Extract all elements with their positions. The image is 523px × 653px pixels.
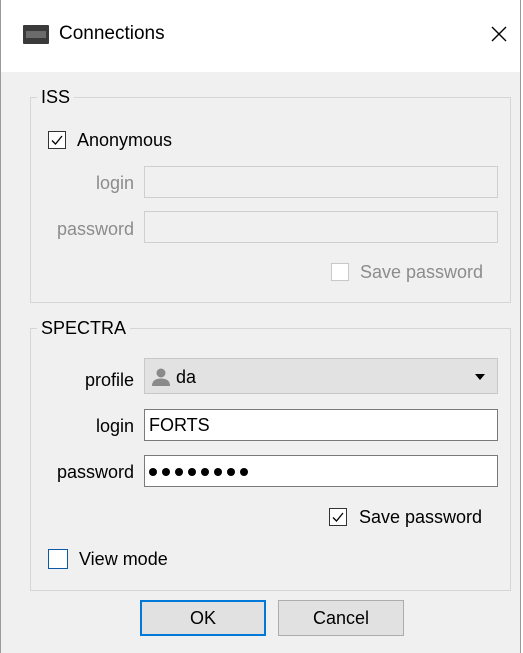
spectra-save-password-label: Save password (359, 507, 483, 527)
password-dot (201, 468, 209, 476)
ok-button[interactable]: OK (140, 600, 266, 636)
password-dot (149, 468, 157, 476)
password-dot (175, 468, 183, 476)
iss-password-input[interactable] (144, 211, 498, 243)
spectra-login-label: login (95, 416, 134, 436)
iss-group-label: ISS (37, 85, 75, 109)
close-button[interactable] (485, 20, 513, 48)
password-dot (188, 468, 196, 476)
iss-save-password-checkbox[interactable] (331, 263, 349, 281)
title-bar[interactable]: Connections (1, 0, 520, 72)
checkmark-icon (51, 135, 63, 145)
view-mode-label: View mode (79, 549, 168, 569)
profile-select[interactable]: da (144, 358, 498, 394)
view-mode-checkbox[interactable] (48, 549, 68, 569)
iss-save-password-label: Save password (360, 262, 484, 282)
checkmark-icon (332, 512, 344, 522)
connections-dialog: Connections ISS Anonymous login password… (0, 0, 521, 653)
password-dot (240, 468, 248, 476)
password-dot (214, 468, 222, 476)
spectra-password-input[interactable] (144, 455, 498, 487)
user-icon (152, 368, 170, 386)
password-mask (149, 468, 248, 476)
iss-login-input[interactable] (144, 166, 498, 198)
profile-value: da (176, 367, 197, 387)
chevron-down-icon (475, 374, 485, 380)
spectra-save-password-checkbox[interactable] (329, 508, 347, 526)
iss-password-label: password (56, 219, 134, 239)
password-dot (227, 468, 235, 476)
anonymous-checkbox[interactable] (48, 131, 66, 149)
spectra-group-label: SPECTRA (37, 316, 131, 340)
window-title: Connections (59, 23, 165, 44)
spectra-password-label: password (56, 462, 134, 482)
anonymous-label: Anonymous (77, 130, 173, 150)
spectra-login-input[interactable] (144, 409, 498, 441)
password-dot (162, 468, 170, 476)
cancel-button[interactable]: Cancel (278, 600, 404, 636)
moex-app-icon (23, 25, 49, 44)
profile-label: profile (84, 370, 134, 390)
close-icon (491, 26, 507, 42)
iss-login-label: login (95, 173, 134, 193)
